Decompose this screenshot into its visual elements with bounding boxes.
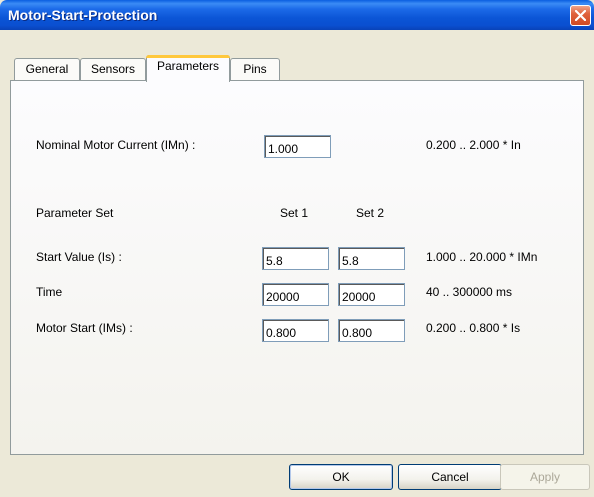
start-value-label: Start Value (Is) : xyxy=(36,250,122,264)
start-value-set2-field[interactable] xyxy=(338,247,405,270)
ok-button[interactable]: OK xyxy=(289,464,393,490)
cancel-button[interactable]: Cancel xyxy=(398,464,502,490)
dialog-window: Motor-Start-Protection General Sensors P… xyxy=(0,0,594,497)
set2-header: Set 2 xyxy=(356,206,385,220)
motor-start-range: 0.200 .. 0.800 * Is xyxy=(426,321,521,335)
time-set1-field[interactable] xyxy=(262,283,329,306)
time-label: Time xyxy=(36,285,63,299)
tab-sensors-label: Sensors xyxy=(90,62,136,76)
tab-sensors[interactable]: Sensors xyxy=(80,58,146,80)
nominal-current-label: Nominal Motor Current (IMn) : xyxy=(36,138,196,152)
start-value-range: 1.000 .. 20.000 * IMn xyxy=(426,250,538,264)
tab-parameters-label: Parameters xyxy=(156,59,220,73)
start-value-set1-field[interactable] xyxy=(262,247,329,270)
motor-start-set2-field[interactable] xyxy=(338,319,405,342)
apply-button[interactable]: Apply xyxy=(500,464,590,490)
tab-pins[interactable]: Pins xyxy=(230,58,280,80)
time-set2-field[interactable] xyxy=(338,283,405,306)
tab-general-label: General xyxy=(25,62,69,76)
nominal-current-range: 0.200 .. 2.000 * In xyxy=(426,138,521,152)
parameter-set-label: Parameter Set xyxy=(36,206,114,220)
parameters-panel: Nominal Motor Current (IMn) : 0.200 .. 2… xyxy=(10,80,584,455)
title-bar[interactable]: Motor-Start-Protection xyxy=(0,0,594,30)
set1-header: Set 1 xyxy=(280,206,309,220)
close-button[interactable] xyxy=(570,5,591,26)
tab-parameters[interactable]: Parameters xyxy=(146,55,230,82)
close-icon xyxy=(575,10,586,21)
tab-general[interactable]: General xyxy=(14,58,80,80)
window-title: Motor-Start-Protection xyxy=(8,7,158,23)
motor-start-set1-field[interactable] xyxy=(262,319,329,342)
nominal-current-field[interactable] xyxy=(264,135,331,158)
tab-pins-label: Pins xyxy=(243,62,267,76)
motor-start-label: Motor Start (IMs) : xyxy=(36,321,133,335)
time-range: 40 .. 300000 ms xyxy=(426,285,513,299)
